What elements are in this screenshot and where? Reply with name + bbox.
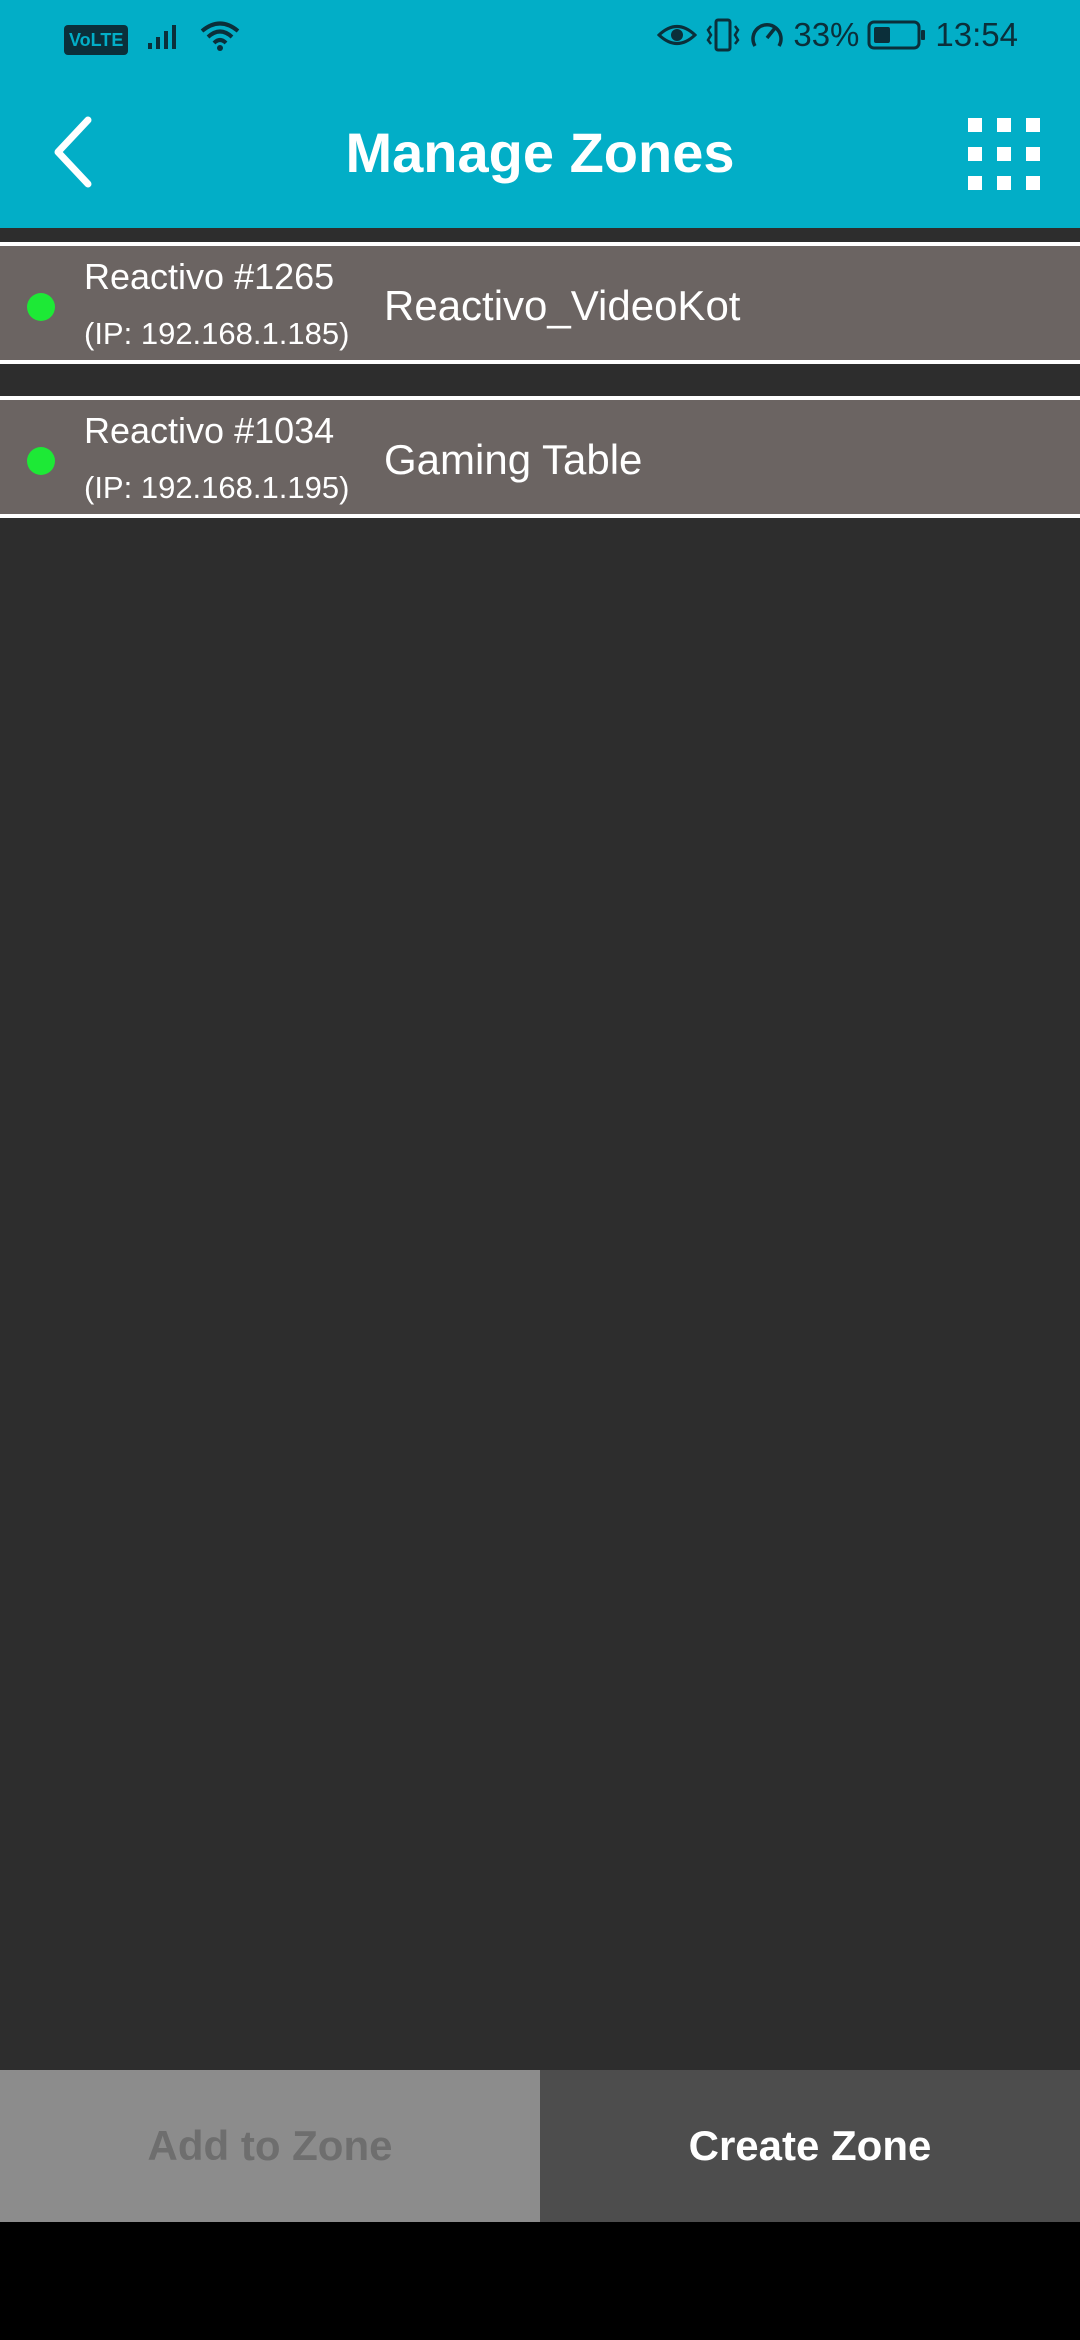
status-dot [27, 447, 55, 475]
battery-percent: 33% [793, 16, 860, 53]
grid-menu-button[interactable] [966, 116, 1042, 192]
zone-name: Gaming Table [384, 436, 643, 483]
status-dot [27, 293, 55, 321]
status-left: VoLTE [64, 20, 240, 60]
bottom-action-bar: Add to Zone Create Zone [0, 2070, 1080, 2222]
volte-badge: VoLTE [64, 25, 129, 55]
device-name: Reactivo #1034 [84, 410, 335, 451]
app-bar: Manage Zones [0, 76, 1080, 228]
signal-icon [146, 21, 182, 59]
app-root: VoLTE 33% 13:54 Manage Zones Reactivo #1… [0, 0, 1080, 2340]
speedometer-icon [749, 18, 785, 52]
grid-icon [968, 118, 1040, 190]
device-ip: (IP: 192.168.1.185) [84, 316, 350, 351]
status-right: 33% 13:54 [657, 16, 1018, 54]
add-to-zone-button[interactable]: Add to Zone [0, 2070, 540, 2222]
system-nav-area [0, 2222, 1080, 2340]
vibrate-icon [705, 18, 741, 52]
create-zone-button[interactable]: Create Zone [540, 2070, 1080, 2222]
page-title: Manage Zones [345, 121, 735, 184]
eye-icon [657, 20, 698, 50]
battery-icon [867, 19, 927, 51]
device-ip: (IP: 192.168.1.195) [84, 470, 350, 505]
top-header-area: VoLTE 33% 13:54 Manage Zones [0, 0, 1080, 228]
zone-name: Reactivo_VideoKot [384, 282, 741, 329]
wifi-icon [200, 20, 240, 60]
device-name: Reactivo #1265 [84, 256, 335, 297]
status-bar: VoLTE 33% 13:54 [0, 0, 1080, 76]
device-row[interactable]: Reactivo #1265 (IP: 192.168.1.185) React… [0, 242, 1080, 364]
clock: 13:54 [935, 16, 1018, 53]
device-list: Reactivo #1265 (IP: 192.168.1.185) React… [0, 228, 1080, 2070]
device-row[interactable]: Reactivo #1034 (IP: 192.168.1.195) Gamin… [0, 396, 1080, 518]
